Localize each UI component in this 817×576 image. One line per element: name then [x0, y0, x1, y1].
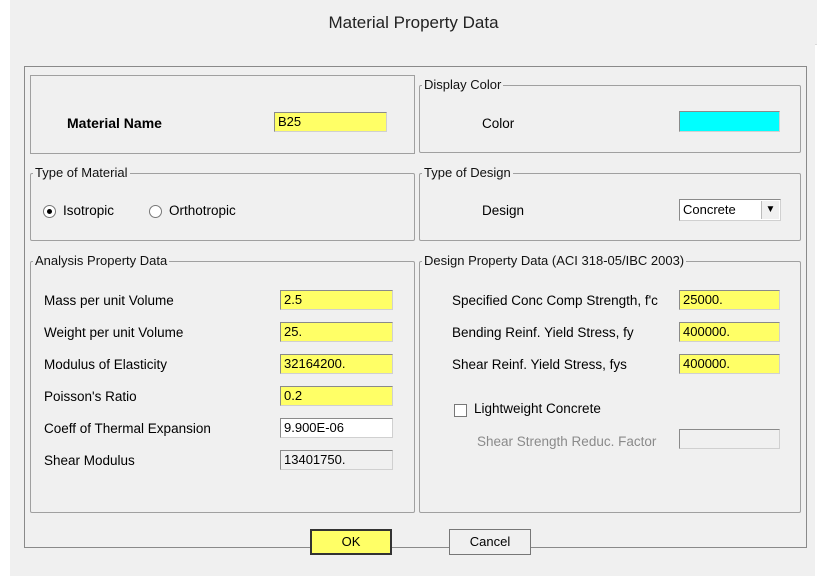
shear-modulus-field: 13401750.	[280, 450, 393, 470]
weight-label: Weight per unit Volume	[44, 325, 184, 340]
isotropic-radio[interactable]	[43, 205, 56, 218]
design-select-value: Concrete	[683, 202, 736, 217]
modulus-label: Modulus of Elasticity	[44, 357, 168, 372]
lightweight-checkbox[interactable]	[454, 404, 467, 417]
analysis-property-legend: Analysis Property Data	[33, 253, 170, 269]
color-label: Color	[482, 116, 515, 131]
material-name-field[interactable]: B25	[274, 112, 387, 132]
shear-reduc-label: Shear Strength Reduc. Factor	[477, 434, 657, 449]
poisson-field[interactable]: 0.2	[280, 386, 393, 406]
mass-field[interactable]: 2.5	[280, 290, 393, 310]
fc-field[interactable]: 25000.	[679, 290, 780, 310]
material-name-label: Material Name	[67, 115, 162, 131]
type-of-design-legend: Type of Design	[422, 165, 513, 181]
isotropic-label[interactable]: Isotropic	[63, 203, 114, 218]
design-property-legend: Design Property Data (ACI 318-05/IBC 200…	[422, 253, 687, 269]
poisson-label: Poisson's Ratio	[44, 389, 137, 404]
fys-label: Shear Reinf. Yield Stress, fys	[452, 357, 627, 372]
shear-reduc-field	[679, 429, 780, 449]
display-color-legend: Display Color	[422, 77, 504, 93]
orthotropic-label[interactable]: Orthotropic	[169, 203, 236, 218]
ok-button[interactable]: OK	[310, 529, 392, 555]
thermal-label: Coeff of Thermal Expansion	[44, 421, 211, 436]
cancel-button[interactable]: Cancel	[449, 529, 531, 555]
orthotropic-radio[interactable]	[149, 205, 162, 218]
design-label: Design	[482, 203, 525, 218]
design-select[interactable]: Concrete ▼	[679, 199, 781, 221]
chevron-down-icon[interactable]: ▼	[761, 201, 779, 219]
fc-label: Specified Conc Comp Strength, f'c	[452, 293, 658, 308]
shear-modulus-label: Shear Modulus	[44, 453, 135, 468]
mass-label: Mass per unit Volume	[44, 293, 174, 308]
modulus-field[interactable]: 32164200.	[280, 354, 393, 374]
weight-field[interactable]: 25.	[280, 322, 393, 342]
lightweight-label[interactable]: Lightweight Concrete	[474, 401, 601, 416]
window-title: Material Property Data	[328, 13, 499, 32]
fy-field[interactable]: 400000.	[679, 322, 780, 342]
title-bar: Material Property Data	[10, 0, 817, 45]
material-property-dialog: Material Name B25 Display Color Color Ty…	[10, 44, 815, 576]
radio-selected-dot	[47, 209, 52, 214]
color-swatch[interactable]	[679, 111, 780, 132]
type-of-material-legend: Type of Material	[33, 165, 130, 181]
thermal-field[interactable]: 9.900E-06	[280, 418, 393, 438]
fys-field[interactable]: 400000.	[679, 354, 780, 374]
fy-label: Bending Reinf. Yield Stress, fy	[452, 325, 634, 340]
